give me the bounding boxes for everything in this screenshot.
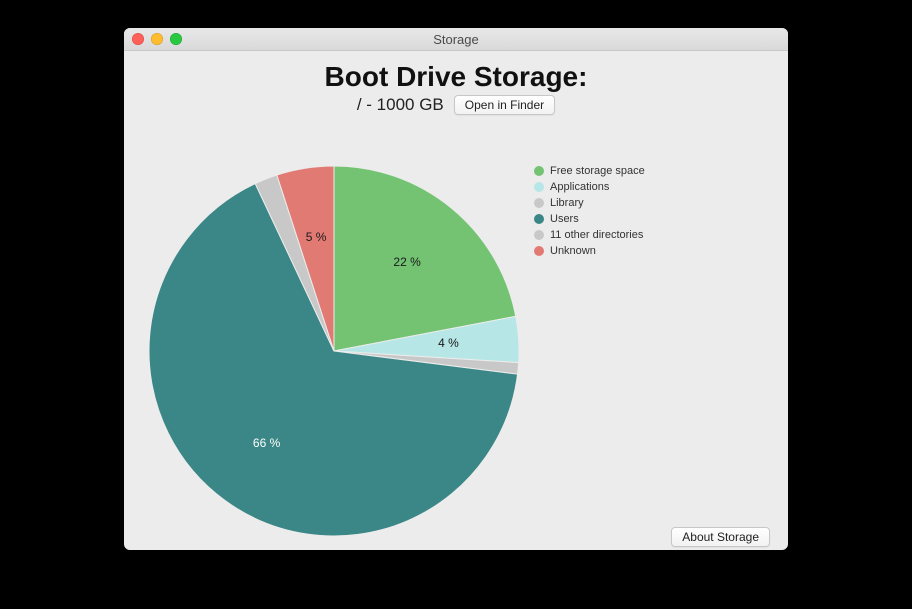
legend-item[interactable]: Library xyxy=(534,196,645,210)
legend-label: Unknown xyxy=(550,244,596,258)
drive-path-size: / - 1000 GB xyxy=(357,95,444,115)
legend-swatch-icon xyxy=(534,246,544,256)
pie-slice-label: 66 % xyxy=(253,436,281,450)
chart-legend: Free storage space Applications Library Use… xyxy=(534,164,645,260)
maximize-icon[interactable] xyxy=(170,33,182,45)
traffic-lights xyxy=(132,33,182,45)
page-title: Boot Drive Storage: xyxy=(124,61,788,93)
legend-label: Free storage space xyxy=(550,164,645,178)
pie-slice-label: 22 % xyxy=(393,255,421,269)
legend-item[interactable]: 11 other directories xyxy=(534,228,645,242)
legend-label: Library xyxy=(550,196,584,210)
legend-item[interactable]: Users xyxy=(534,212,645,226)
pie-slice-label: 5 % xyxy=(306,230,327,244)
legend-swatch-icon xyxy=(534,182,544,192)
legend-item[interactable]: Applications xyxy=(534,180,645,194)
content-area: Boot Drive Storage: / - 1000 GB Open in … xyxy=(124,61,788,550)
legend-swatch-icon xyxy=(534,166,544,176)
subheader-row: / - 1000 GB Open in Finder xyxy=(124,95,788,115)
legend-label: Applications xyxy=(550,180,609,194)
app-window: Storage Boot Drive Storage: / - 1000 GB … xyxy=(124,28,788,550)
titlebar[interactable]: Storage xyxy=(124,28,788,51)
window-title: Storage xyxy=(433,32,479,47)
legend-label: 11 other directories xyxy=(550,228,643,242)
legend-item[interactable]: Unknown xyxy=(534,244,645,258)
legend-swatch-icon xyxy=(534,214,544,224)
minimize-icon[interactable] xyxy=(151,33,163,45)
pie-chart: 22 % 4 % 66 % 5 % xyxy=(144,161,524,541)
legend-item[interactable]: Free storage space xyxy=(534,164,645,178)
legend-label: Users xyxy=(550,212,579,226)
pie-slice-label: 4 % xyxy=(438,336,459,350)
legend-swatch-icon xyxy=(534,198,544,208)
legend-swatch-icon xyxy=(534,230,544,240)
open-in-finder-button[interactable]: Open in Finder xyxy=(454,95,555,115)
close-icon[interactable] xyxy=(132,33,144,45)
about-storage-button[interactable]: About Storage xyxy=(671,527,770,547)
